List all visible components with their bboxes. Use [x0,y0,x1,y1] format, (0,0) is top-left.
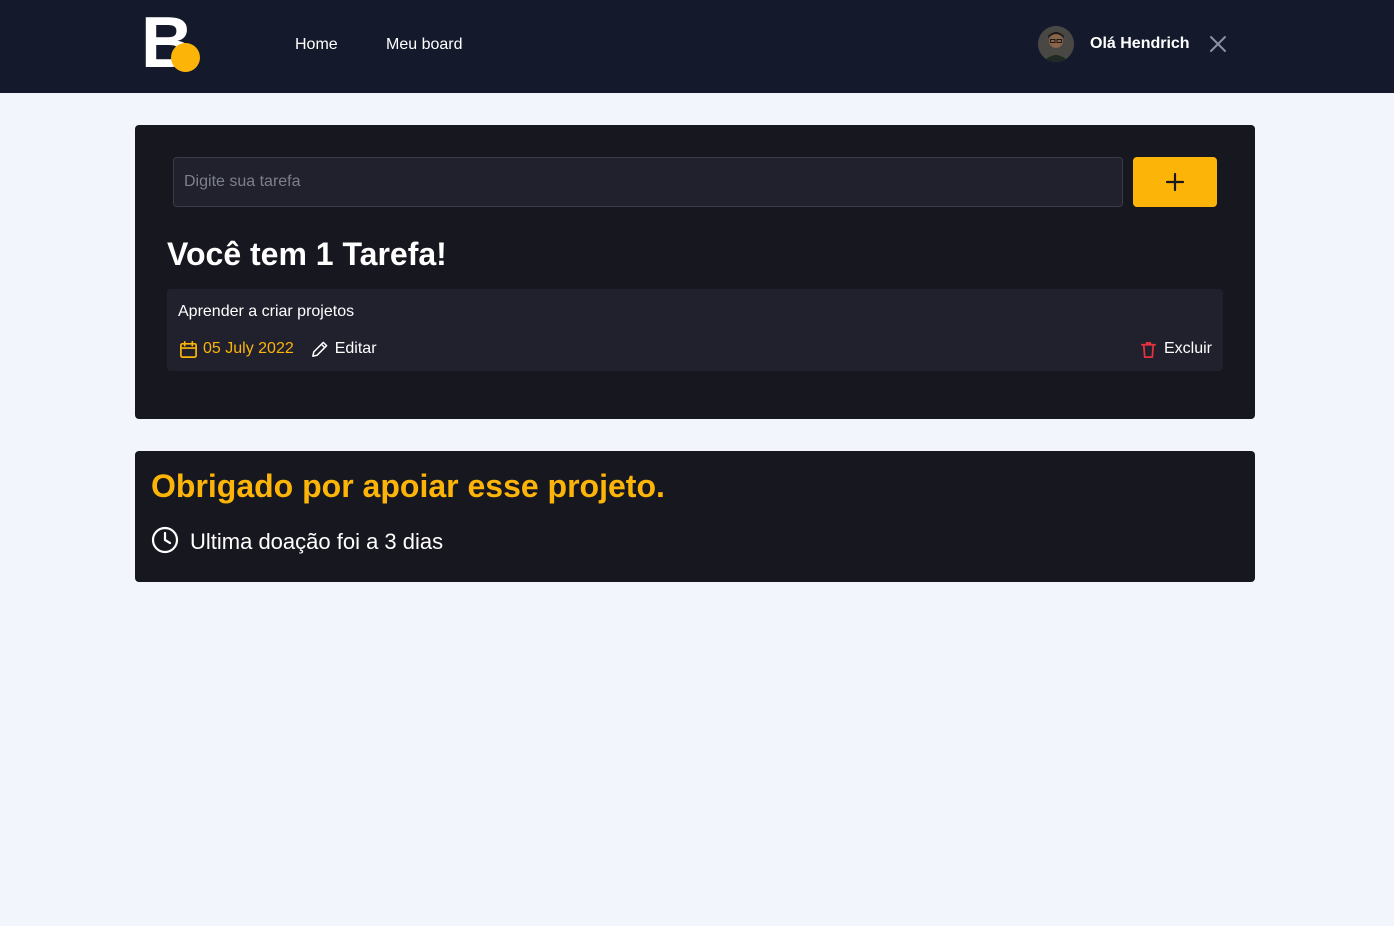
calendar-icon [178,339,198,359]
avatar-image [1038,26,1074,62]
avatar[interactable] [1038,26,1074,62]
logo[interactable]: B [141,5,203,81]
task-card: Aprender a criar projetos 05 July 2022 E… [167,289,1223,371]
close-icon[interactable] [1208,34,1228,54]
support-panel: Obrigado por apoiar esse projeto. Ultima… [135,451,1255,582]
trash-icon [1139,339,1159,359]
edit-label: Editar [334,340,377,357]
tasks-title: Você tem 1 Tarefa! [167,236,447,272]
support-title: Obrigado por apoiar esse projeto. [151,468,665,504]
top-header: B Home Meu board Olá Hendrich [0,0,1394,93]
delete-label: Excluir [1163,340,1212,357]
add-task-button[interactable] [1133,157,1217,207]
task-meta: 05 July 2022 Editar [178,339,377,359]
clock-icon [151,526,179,559]
pencil-icon [310,339,330,359]
plus-icon [1165,172,1185,192]
task-text: Aprender a criar projetos [178,303,355,320]
logo-dot [171,43,200,72]
user-menu: Olá Hendrich [1038,26,1228,62]
nav-home-link[interactable]: Home [295,35,338,55]
task-input[interactable] [173,157,1123,207]
nav-my-board-link[interactable]: Meu board [386,35,463,55]
user-greeting: Olá Hendrich [1090,35,1190,52]
edit-task-button[interactable]: Editar [310,339,377,359]
last-donation: Ultima doação foi a 3 dias [151,526,444,559]
last-donation-text: Ultima doação foi a 3 dias [190,529,444,554]
tasks-panel: Você tem 1 Tarefa! Aprender a criar proj… [135,125,1255,419]
delete-task-button[interactable]: Excluir [1139,339,1212,359]
task-date: 05 July 2022 [203,340,294,357]
